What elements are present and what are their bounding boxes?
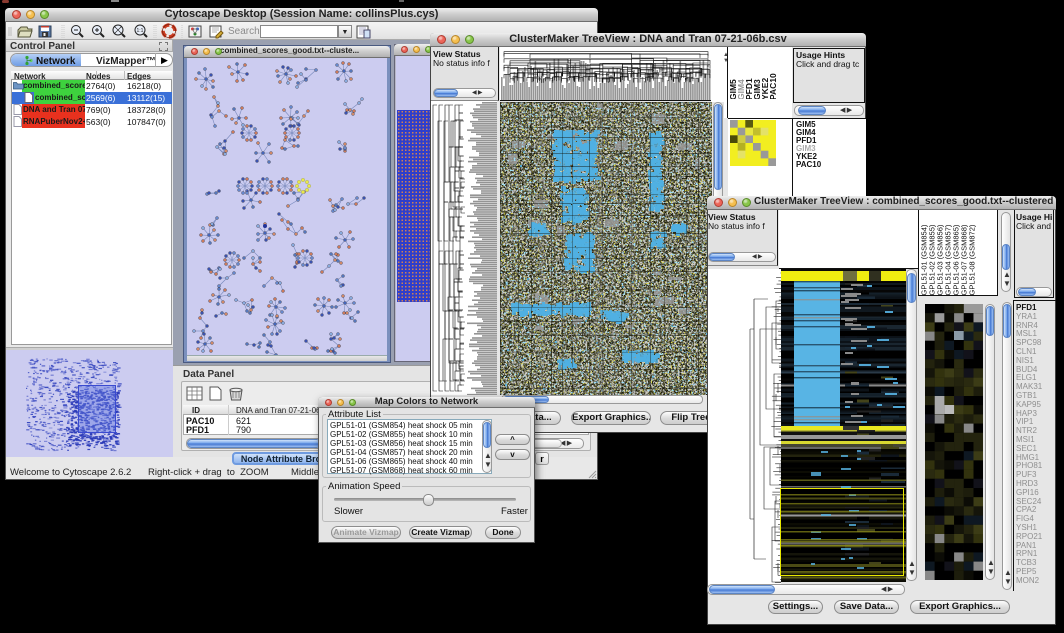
svg-text:1:1: 1:1 (137, 28, 144, 34)
